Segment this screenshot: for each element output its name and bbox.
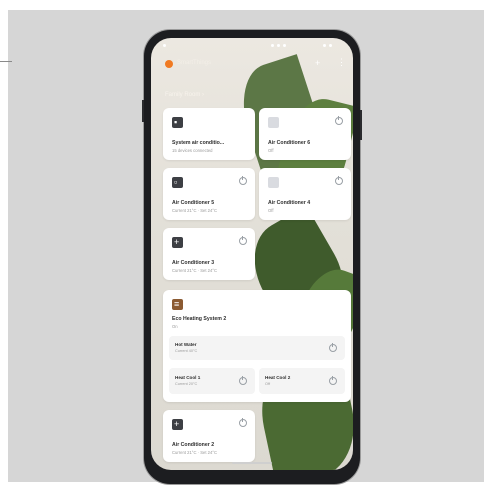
device-status: Current 21°C · Set 24°C (172, 268, 218, 273)
device-title: Air Conditioner 5 (172, 200, 215, 206)
power-icon[interactable] (239, 418, 247, 427)
device-card-ac6[interactable]: Air Conditioner 6 Off (259, 108, 351, 160)
sub-device-status: Current 40°C (175, 349, 198, 353)
power-icon[interactable] (335, 176, 343, 185)
device-title: Air Conditioner 2 (172, 442, 215, 448)
device-status: Off (268, 148, 274, 153)
device-card-ac5[interactable]: ▫ Air Conditioner 5 Current 21°C · Set 2… (163, 168, 255, 220)
power-icon[interactable] (329, 343, 337, 352)
sub-device-status: Off (265, 382, 270, 386)
device-title: Eco Heating System 2 (172, 316, 227, 322)
divider-line (0, 61, 12, 62)
sub-device-heat-cool-1[interactable]: Heat Cool 1 Current 20°C (169, 368, 255, 394)
sub-device-hot-water[interactable]: Hot Water Current 40°C (169, 336, 345, 360)
status-dot (271, 44, 274, 47)
phone-device: SmartThings + ⋮ Family Room › ▪ System a… (142, 30, 362, 484)
ac-icon: ▫ (172, 177, 183, 188)
sub-device-title: Heat Cool 2 (265, 375, 291, 380)
ac-icon (268, 117, 279, 128)
status-dot (277, 44, 280, 47)
device-title: Air Conditioner 6 (268, 140, 311, 146)
ac-icon: + (172, 419, 183, 430)
volume-button (142, 100, 144, 122)
sub-device-title: Heat Cool 1 (175, 375, 201, 380)
device-card-ac3[interactable]: + Air Conditioner 3 Current 21°C · Set 2… (163, 228, 255, 280)
sub-device-title: Hot Water (175, 342, 197, 347)
more-icon[interactable]: ⋮ (337, 57, 346, 68)
device-status: Current 21°C · Set 24°C (172, 208, 218, 213)
status-dot (163, 44, 166, 47)
status-dot (283, 44, 286, 47)
device-status: 15 devices connected (172, 148, 213, 153)
power-icon[interactable] (239, 236, 247, 245)
app-bar: SmartThings + ⋮ (151, 54, 353, 74)
status-dot (323, 44, 326, 47)
device-title: Air Conditioner 4 (268, 200, 311, 206)
power-icon[interactable] (239, 376, 247, 385)
ac-icon: + (172, 237, 183, 248)
device-status: Current 21°C · Set 24°C (172, 450, 218, 455)
device-card-eco-heating[interactable]: ≡ Eco Heating System 2 On Hot Water Curr… (163, 290, 351, 402)
device-title: System air conditio... (172, 140, 225, 146)
heater-icon: ≡ (172, 299, 183, 310)
sub-device-status: Current 20°C (175, 382, 198, 386)
device-card-ac2[interactable]: + Air Conditioner 2 Current 21°C · Set 2… (163, 410, 255, 462)
plus-icon[interactable]: + (315, 58, 320, 68)
device-card-system-ac[interactable]: ▪ System air conditio... 15 devices conn… (163, 108, 255, 160)
device-card-ac4[interactable]: Air Conditioner 4 Off (259, 168, 351, 220)
home-indicator (232, 462, 272, 464)
power-icon[interactable] (329, 376, 337, 385)
location-selector[interactable]: Family Room › (165, 92, 204, 98)
power-icon[interactable] (239, 176, 247, 185)
device-status: Off (268, 208, 274, 213)
ac-icon (268, 177, 279, 188)
device-status: On (172, 324, 178, 329)
power-icon[interactable] (335, 116, 343, 125)
status-bar (151, 38, 353, 52)
sub-device-heat-cool-2[interactable]: Heat Cool 2 Off (259, 368, 345, 394)
brand-title: SmartThings (177, 60, 212, 66)
ac-icon: ▪ (172, 117, 183, 128)
device-title: Air Conditioner 3 (172, 260, 215, 266)
power-button (360, 110, 362, 140)
status-dot (329, 44, 332, 47)
app-screen: SmartThings + ⋮ Family Room › ▪ System a… (151, 38, 353, 470)
smartthings-logo-icon (165, 60, 173, 68)
